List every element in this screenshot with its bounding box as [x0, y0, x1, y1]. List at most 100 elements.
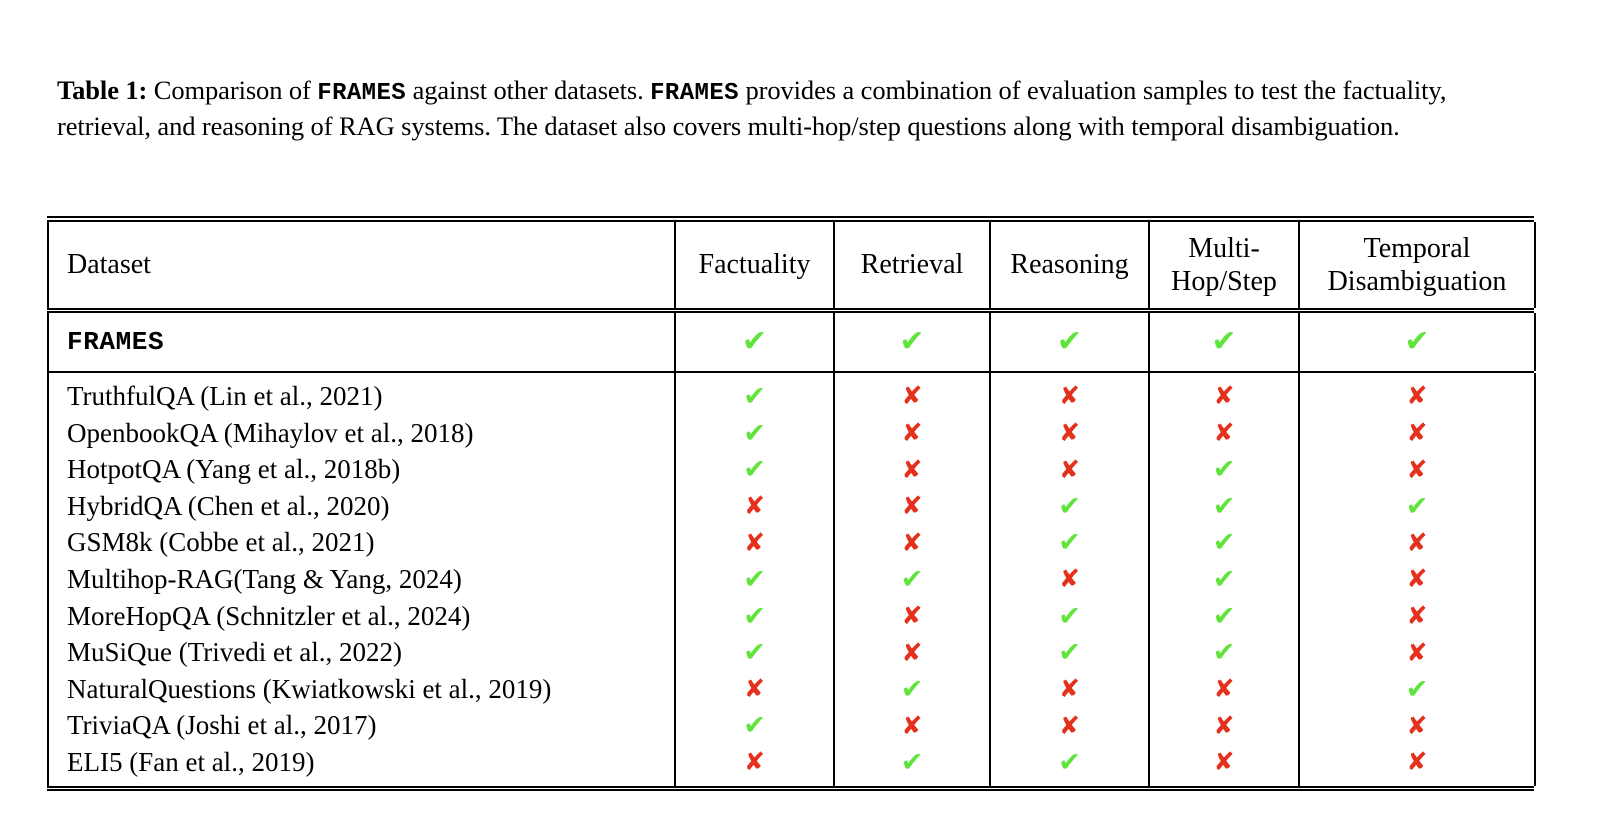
cell-multihop: ✔ — [1148, 451, 1299, 488]
cell-reasoning: ✘ — [989, 561, 1149, 598]
table-row: MuSiQue (Trivedi et al., 2022) ✔ ✘ ✔ ✔ ✘ — [47, 634, 1536, 671]
row-label-dataset: ELI5 (Fan et al., 2019) — [47, 744, 675, 786]
row-label-dataset: Multihop-RAG(Tang & Yang, 2024) — [47, 561, 675, 598]
check-icon: ✔ — [1058, 527, 1081, 559]
table-caption: Table 1: Comparison of FRAMES against ot… — [57, 74, 1537, 143]
check-icon: ✔ — [1212, 637, 1236, 669]
check-icon: ✔ — [1212, 490, 1236, 522]
cell-reasoning: ✔ — [989, 634, 1149, 671]
column-header-multihop-label-line1: Multi- — [1188, 232, 1260, 264]
cross-icon: ✘ — [1406, 564, 1428, 594]
cross-icon: ✘ — [901, 710, 923, 740]
cell-multihop: ✘ — [1148, 707, 1299, 745]
check-icon: ✔ — [743, 380, 766, 412]
cross-icon: ✘ — [744, 491, 765, 521]
cross-icon: ✘ — [901, 491, 923, 521]
row-label-dataset: HybridQA (Chen et al., 2020) — [47, 487, 675, 525]
cell-retrieval: ✘ — [833, 524, 990, 562]
cross-icon: ✘ — [1406, 381, 1428, 411]
cell-factuality: ✔ — [674, 707, 834, 745]
table-row: MoreHopQA (Schnitzler et al., 2024) ✔ ✘ ✔ ✔ ✘ — [47, 597, 1536, 635]
cell-factuality: ✘ — [674, 524, 834, 562]
cross-icon: ✘ — [1406, 527, 1428, 557]
cell-retrieval: ✘ — [833, 414, 990, 452]
table-row: HybridQA (Chen et al., 2020) ✘ ✘ ✔ ✔ ✔ — [47, 487, 1536, 525]
cross-icon: ✘ — [1059, 564, 1080, 594]
cell-reasoning: ✔ — [989, 487, 1149, 525]
check-icon: ✔ — [1212, 600, 1236, 632]
check-icon: ✔ — [743, 563, 766, 595]
cross-icon: ✘ — [901, 637, 923, 667]
cross-icon: ✘ — [901, 601, 923, 631]
cross-icon: ✘ — [1406, 454, 1428, 484]
cell-reasoning: ✔ — [989, 597, 1149, 635]
cell-frames-temporal: ✔ — [1298, 313, 1536, 372]
table-row: Multihop-RAG(Tang & Yang, 2024) ✔ ✔ ✘ ✔ ✘ — [47, 561, 1536, 598]
check-icon: ✔ — [743, 454, 766, 486]
cell-reasoning: ✘ — [989, 451, 1149, 488]
row-label-dataset-text: TruthfulQA (Lin et al., 2021) — [67, 380, 383, 411]
cross-icon: ✘ — [1406, 747, 1428, 777]
cross-icon: ✘ — [901, 527, 923, 557]
check-icon: ✔ — [900, 746, 924, 778]
cell-frames-multihop: ✔ — [1148, 313, 1299, 372]
check-icon: ✔ — [1058, 746, 1081, 778]
cell-frames-retrieval: ✔ — [833, 313, 990, 372]
cross-icon: ✘ — [901, 454, 923, 484]
row-label-dataset-text: MuSiQue (Trivedi et al., 2022) — [67, 637, 402, 668]
column-header-reasoning-label: Reasoning — [1010, 249, 1129, 281]
table-header-row: Dataset Factuality Retrieval Reasoning M… — [47, 221, 1536, 308]
check-icon: ✔ — [900, 563, 924, 595]
row-label-dataset-text: MoreHopQA (Schnitzler et al., 2024) — [67, 600, 471, 631]
row-label-dataset: TriviaQA (Joshi et al., 2017) — [47, 707, 675, 745]
cell-retrieval: ✘ — [833, 487, 990, 525]
check-icon: ✔ — [743, 637, 766, 669]
check-icon: ✔ — [1058, 490, 1081, 522]
cell-reasoning: ✔ — [989, 524, 1149, 562]
column-header-dataset: Dataset — [47, 221, 675, 308]
cell-temporal: ✘ — [1298, 524, 1536, 562]
row-label-dataset-text: NaturalQuestions (Kwiatkowski et al., 20… — [67, 673, 552, 704]
cell-factuality: ✘ — [674, 744, 834, 786]
cell-retrieval: ✘ — [833, 597, 990, 635]
cell-retrieval: ✘ — [833, 373, 990, 415]
cross-icon: ✘ — [1213, 674, 1235, 704]
caption-label: Table 1: — [57, 75, 148, 105]
cell-temporal: ✘ — [1298, 707, 1536, 745]
row-label-dataset: TruthfulQA (Lin et al., 2021) — [47, 373, 675, 415]
table-row: GSM8k (Cobbe et al., 2021) ✘ ✘ ✔ ✔ ✘ — [47, 524, 1536, 562]
cross-icon: ✘ — [901, 418, 923, 448]
check-icon: ✔ — [1212, 563, 1236, 595]
cross-icon: ✘ — [1059, 454, 1080, 484]
column-header-multihop-label-line2: Hop/Step — [1171, 265, 1277, 297]
cell-retrieval: ✔ — [833, 744, 990, 786]
cell-factuality: ✔ — [674, 634, 834, 671]
row-label-dataset: MoreHopQA (Schnitzler et al., 2024) — [47, 597, 675, 635]
cell-retrieval: ✔ — [833, 561, 990, 598]
cell-reasoning: ✘ — [989, 373, 1149, 415]
cross-icon: ✘ — [744, 674, 765, 704]
cell-factuality: ✔ — [674, 561, 834, 598]
column-header-temporal-label-line1: Temporal — [1363, 232, 1471, 264]
check-icon: ✔ — [1056, 324, 1083, 360]
cross-icon: ✘ — [1059, 418, 1080, 448]
cross-icon: ✘ — [744, 747, 765, 777]
caption-brand-frames-2: FRAMES — [650, 80, 739, 107]
check-icon: ✔ — [743, 600, 766, 632]
cell-reasoning: ✘ — [989, 414, 1149, 452]
cross-icon: ✘ — [744, 527, 765, 557]
column-header-dataset-label: Dataset — [67, 249, 151, 281]
row-label-dataset-text: OpenbookQA (Mihaylov et al., 2018) — [67, 417, 474, 448]
column-header-factuality: Factuality — [674, 221, 834, 308]
row-label-frames-text: FRAMES — [67, 327, 165, 358]
cross-icon: ✘ — [1213, 381, 1235, 411]
cell-retrieval: ✔ — [833, 670, 990, 708]
cell-factuality: ✔ — [674, 414, 834, 452]
cell-reasoning: ✘ — [989, 707, 1149, 745]
column-header-temporal-label-line2: Disambiguation — [1327, 265, 1507, 297]
check-icon: ✔ — [1404, 324, 1430, 360]
comparison-table-highlight: FRAMES ✔ ✔ ✔ ✔ ✔ — [47, 313, 1536, 372]
check-icon: ✔ — [741, 324, 768, 360]
cell-reasoning: ✔ — [989, 744, 1149, 786]
table-row: ELI5 (Fan et al., 2019) ✘ ✔ ✔ ✘ ✘ — [47, 744, 1536, 786]
